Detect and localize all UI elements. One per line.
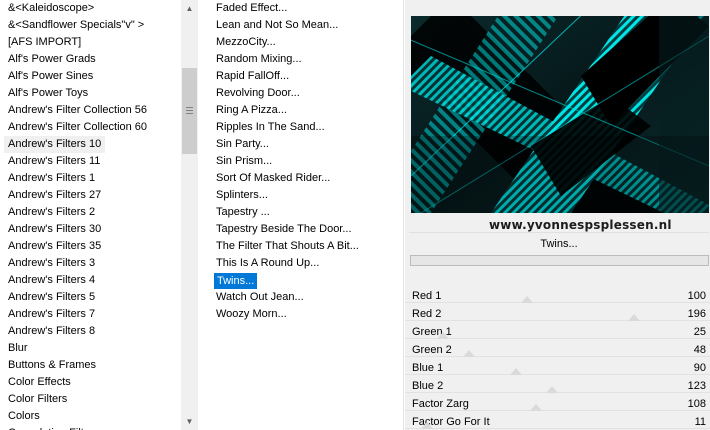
param-slider-thumb[interactable] [436,332,449,339]
category-item[interactable]: Andrew's Filters 3 [8,255,95,272]
filter-item[interactable]: Twins... [214,273,258,289]
param-label: Red 1 [412,290,442,302]
param-slider-track[interactable] [405,374,710,375]
filter-item[interactable]: Sin Prism... [216,153,272,170]
category-item[interactable]: Andrew's Filters 1 [8,170,95,187]
param-value: 25 [693,326,706,338]
scroll-down-icon[interactable]: ▼ [181,413,198,430]
category-list[interactable]: &<Kaleidoscope> &<Sandflower Specials"v" … [0,0,181,430]
filter-item[interactable]: Sin Party... [216,136,269,153]
param-slider-track[interactable] [405,302,710,303]
param-slider-row[interactable]: Factor Go For It 11 [405,413,710,430]
category-item[interactable]: Andrew's Filters 4 [8,272,95,289]
filter-item[interactable]: The Filter That Shouts A Bit... [216,238,359,255]
param-slider-track[interactable] [405,356,710,357]
category-item[interactable]: Andrew's Filters 11 [8,153,100,170]
param-value: 123 [687,380,706,392]
filter-item[interactable]: Ripples In The Sand... [216,119,325,136]
param-value: 196 [687,308,706,320]
param-slider-row[interactable]: Factor Zarg 108 [405,395,710,413]
param-label: Blue 2 [412,380,444,392]
category-item[interactable]: Colors [8,408,40,425]
category-item[interactable]: &<Kaleidoscope> [8,0,94,17]
param-label: Green 2 [412,344,452,356]
category-item[interactable]: &<Sandflower Specials"v" > [8,17,144,34]
category-item[interactable]: Andrew's Filters 27 [8,187,101,204]
param-value: 48 [693,344,706,356]
param-label: Red 2 [412,308,442,320]
category-scrollbar[interactable]: ▲ ▼ [181,0,198,430]
category-item[interactable]: Andrew's Filters 2 [8,204,95,221]
filter-item[interactable]: Lean and Not So Mean... [216,17,338,34]
preview-watermark: www.yvonnespsplessen.nl [489,218,672,232]
category-item[interactable]: Andrew's Filter Collection 60 [8,119,147,136]
param-slider-track[interactable] [405,338,710,339]
param-slider-thumb[interactable] [628,314,641,321]
category-item[interactable]: Andrew's Filters 35 [8,238,101,255]
param-slider-track[interactable] [405,320,710,321]
filter-item[interactable]: Random Mixing... [216,51,302,68]
category-item[interactable]: Alf's Power Toys [8,85,88,102]
category-item[interactable]: Andrew's Filters 7 [8,306,95,323]
category-item[interactable]: Alf's Power Grads [8,51,96,68]
category-item[interactable]: Blur [8,340,28,357]
param-slider-thumb[interactable] [462,350,475,357]
filter-list-pane: Faded Effect... Lean and Not So Mean... Me… [199,0,404,430]
scroll-up-icon[interactable]: ▲ [181,0,198,17]
param-slider-thumb[interactable] [520,296,533,303]
param-slider-row[interactable]: Blue 2 123 [405,377,710,395]
filter-item[interactable]: Watch Out Jean... [216,289,304,306]
param-slider-row[interactable]: Green 1 25 [405,323,710,341]
category-item[interactable]: Alf's Power Sines [8,68,93,85]
param-value: 11 [694,416,706,428]
param-slider-thumb[interactable] [509,368,522,375]
category-scroll-thumb[interactable] [182,68,197,154]
filter-item[interactable]: MezzoCity... [216,34,276,51]
category-item[interactable]: Convolution Filters [8,425,99,430]
category-list-pane: &<Kaleidoscope> &<Sandflower Specials"v" … [0,0,198,430]
param-slider-track[interactable] [405,410,710,411]
filter-item[interactable]: Sort Of Masked Rider... [216,170,330,187]
param-slider-row[interactable]: Blue 1 90 [405,359,710,377]
filter-item[interactable]: This Is A Round Up... [216,255,319,272]
filter-item[interactable]: Woozy Morn... [216,306,287,323]
param-slider-row[interactable]: Red 1 100 [405,287,710,305]
category-item[interactable]: Buttons & Frames [8,357,96,374]
param-label: Factor Zarg [412,398,469,410]
category-item[interactable]: [AFS IMPORT] [8,34,81,51]
param-slider-row[interactable]: Green 2 48 [405,341,710,359]
category-item[interactable]: Andrew's Filters 30 [8,221,101,238]
filter-item[interactable]: Revolving Door... [216,85,300,102]
filter-item[interactable]: Tapestry Beside The Door... [216,221,352,238]
param-slider-thumb[interactable] [529,404,542,411]
param-value: 108 [687,398,706,410]
param-slider-row[interactable]: Red 2 196 [405,305,710,323]
filter-item[interactable]: Ring A Pizza... [216,102,287,119]
progress-bar [410,255,709,266]
filter-item[interactable]: Tapestry ... [216,204,270,221]
filter-item[interactable]: Rapid FallOff... [216,68,289,85]
category-item[interactable]: Andrew's Filters 10 [4,136,106,153]
preview-artwork [411,16,709,213]
current-filter-name: Twins... [409,232,709,254]
settings-pane: www.yvonnespsplessen.nl Twins... Red 1 10… [405,0,710,430]
filter-item[interactable]: Faded Effect... [216,0,287,17]
param-value: 100 [687,290,706,302]
category-item[interactable]: Color Effects [8,374,71,391]
category-item[interactable]: Color Filters [8,391,67,408]
param-slider-thumb[interactable] [421,422,434,429]
param-slider-thumb[interactable] [546,386,559,393]
param-slider-track[interactable] [405,428,710,429]
param-value: 90 [693,362,706,374]
filter-item[interactable]: Splinters... [216,187,268,204]
category-item[interactable]: Andrew's Filter Collection 56 [8,102,147,119]
preview-image [411,16,709,213]
category-item[interactable]: Andrew's Filters 8 [8,323,95,340]
param-label: Blue 1 [412,362,444,374]
category-item[interactable]: Andrew's Filters 5 [8,289,95,306]
